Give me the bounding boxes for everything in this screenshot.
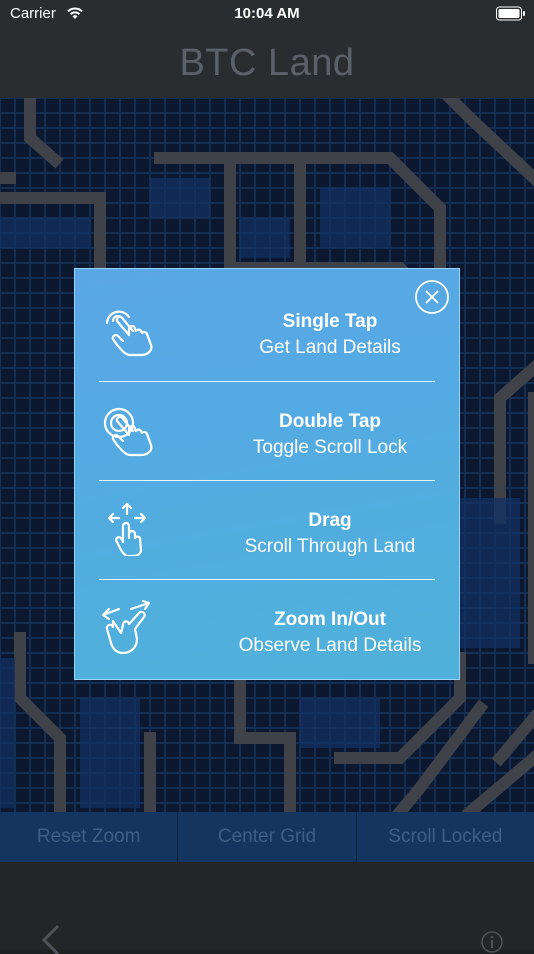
drag-icon (107, 502, 147, 556)
page-title: BTC Land (179, 42, 355, 84)
gesture-description: Scroll Through Land (244, 536, 416, 557)
gesture-row-drag: Drag Scroll Through Land (99, 480, 435, 579)
gesture-title: Drag (308, 510, 352, 531)
scroll-locked-button[interactable]: Scroll Locked (356, 812, 534, 862)
single-tap-icon (105, 310, 153, 357)
double-tap-icon (103, 407, 153, 457)
gesture-row-zoom: Zoom In/Out Observe Land Details (99, 579, 435, 678)
gesture-description: Observe Land Details (238, 635, 422, 656)
center-grid-button[interactable]: Center Grid (178, 812, 357, 862)
gesture-description: Toggle Scroll Lock (252, 437, 408, 458)
pinch-zoom-icon (101, 599, 151, 655)
clock-time: 10:04 AM (234, 5, 300, 22)
gesture-title: Double Tap (278, 411, 382, 432)
info-icon[interactable] (480, 930, 504, 954)
gesture-row-double-tap: Double Tap Toggle Scroll Lock (99, 381, 435, 480)
battery-icon (496, 6, 525, 21)
status-bar: Carrier 10:04 AM (0, 0, 534, 28)
gesture-row-single-tap: Single Tap Get Land Details (99, 281, 435, 380)
reset-zoom-button[interactable]: Reset Zoom (0, 812, 179, 862)
gesture-help-popup: Single Tap Get Land Details Double Tap T… (74, 268, 460, 680)
grid-controls-bar: Reset Zoom Center Grid Scroll Locked (0, 812, 534, 862)
nav-bar: BTC Land (0, 28, 534, 98)
bottom-toolbar (0, 862, 534, 950)
gesture-title: Zoom In/Out (274, 609, 386, 630)
gesture-title: Single Tap (282, 311, 378, 332)
gesture-description: Get Land Details (259, 337, 401, 358)
